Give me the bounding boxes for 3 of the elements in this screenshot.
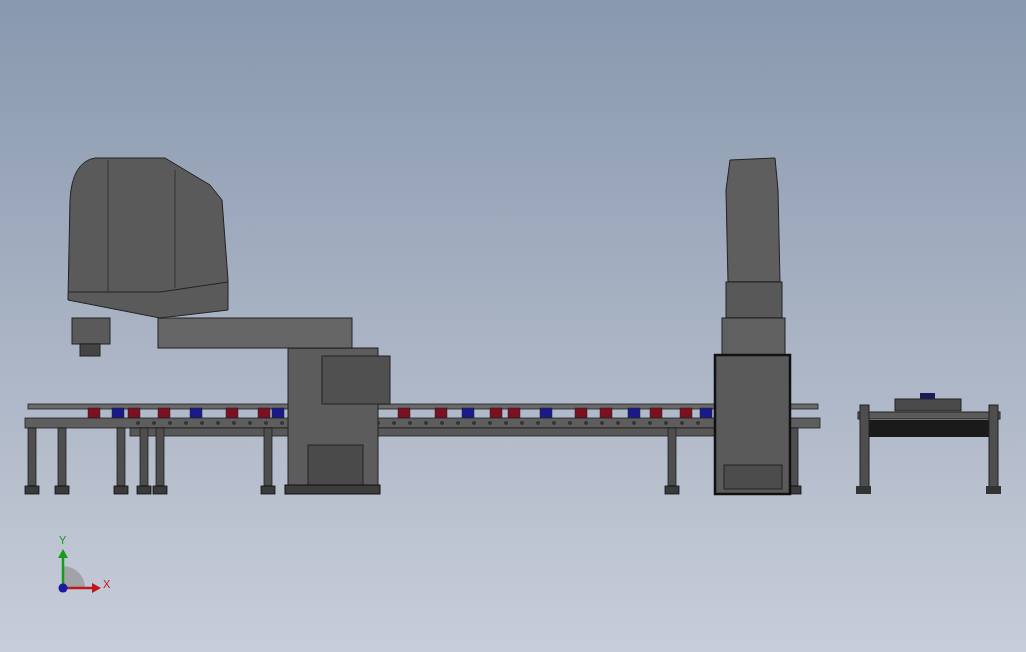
y-axis-label: Y (59, 534, 67, 546)
axis-triad-icon (58, 549, 101, 593)
x-axis-label: X (103, 578, 111, 590)
